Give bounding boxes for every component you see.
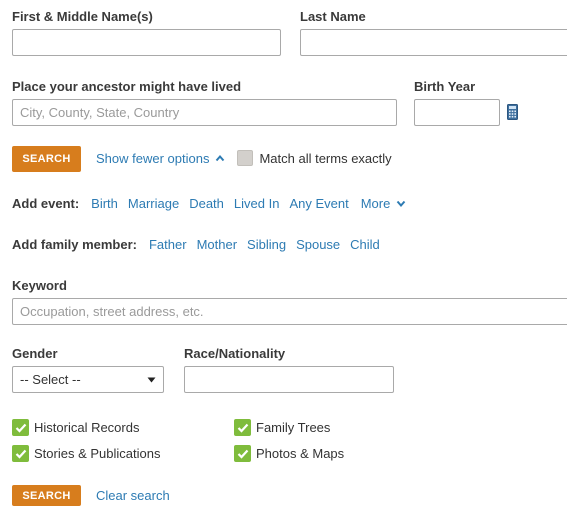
add-event-lived-in[interactable]: Lived In (234, 196, 280, 211)
collection-label: Photos & Maps (256, 446, 345, 461)
check-icon[interactable] (12, 419, 29, 436)
collection-label: Historical Records (34, 420, 140, 435)
match-exact-checkbox[interactable] (237, 150, 254, 166)
place-input[interactable] (12, 99, 397, 126)
first-name-input[interactable] (12, 29, 281, 56)
add-event-marriage[interactable]: Marriage (128, 196, 179, 211)
add-event-death[interactable]: Death (189, 196, 224, 211)
chevron-up-icon[interactable] (215, 154, 225, 162)
collection-item[interactable]: Photos & Maps (234, 445, 344, 462)
first-name-label: First & Middle Name(s) (12, 9, 153, 24)
add-family-spouse[interactable]: Spouse (296, 237, 340, 252)
add-family-father[interactable]: Father (149, 237, 187, 252)
calculator-icon[interactable] (507, 104, 518, 123)
add-family-mother[interactable]: Mother (197, 237, 237, 252)
gender-label: Gender (12, 346, 58, 361)
clear-search-link[interactable]: Clear search (96, 488, 170, 503)
check-icon[interactable] (234, 419, 251, 436)
add-family-child[interactable]: Child (350, 237, 380, 252)
add-event-label: Add event: (12, 196, 80, 211)
last-name-input[interactable] (300, 29, 567, 56)
keyword-label: Keyword (12, 278, 67, 293)
keyword-input[interactable] (12, 298, 567, 325)
birth-year-input[interactable] (414, 99, 500, 126)
search-button[interactable]: SEARCH (12, 146, 81, 172)
last-name-label: Last Name (300, 9, 366, 24)
place-label: Place your ancestor might have lived (12, 79, 242, 94)
gender-selected-value: -- Select -- (20, 372, 81, 387)
add-family-row: Add family member: Father Mother Sibling… (12, 237, 394, 252)
gender-select[interactable]: -- Select -- (12, 366, 164, 393)
match-exact-label: Match all terms exactly (259, 150, 392, 166)
add-event-row: Add event: Birth Marriage Death Lived In… (12, 196, 406, 211)
chevron-down-icon[interactable] (396, 200, 406, 208)
add-event-birth[interactable]: Birth (91, 196, 118, 211)
check-icon[interactable] (12, 445, 29, 462)
collection-item[interactable]: Family Trees (234, 419, 330, 436)
collection-item[interactable]: Stories & Publications (12, 445, 160, 462)
add-family-sibling[interactable]: Sibling (247, 237, 286, 252)
birth-year-label: Birth Year (414, 79, 476, 94)
collection-item[interactable]: Historical Records (12, 419, 139, 436)
check-icon[interactable] (234, 445, 251, 462)
collection-label: Stories & Publications (34, 446, 161, 461)
search-button-bottom[interactable]: SEARCH (12, 485, 81, 506)
race-input[interactable] (184, 366, 394, 393)
race-label: Race/Nationality (184, 346, 286, 361)
add-family-label: Add family member: (12, 237, 137, 252)
show-fewer-options-link[interactable]: Show fewer options (96, 151, 209, 166)
add-event-any-event[interactable]: Any Event (289, 196, 348, 211)
add-event-more[interactable]: More (361, 196, 391, 211)
collection-label: Family Trees (256, 420, 331, 435)
caret-down-icon (147, 377, 156, 383)
